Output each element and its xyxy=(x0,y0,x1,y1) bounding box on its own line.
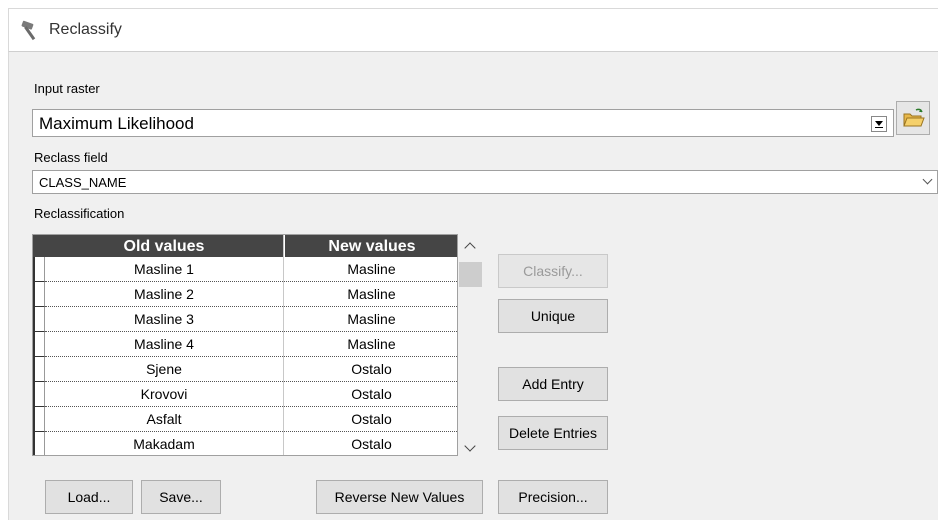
old-value-cell[interactable]: Masline 1 xyxy=(45,257,283,282)
reverse-new-values-button[interactable]: Reverse New Values xyxy=(316,480,483,514)
new-value-cell[interactable]: Ostalo xyxy=(284,432,457,455)
column-header-old-values[interactable]: Old values xyxy=(45,235,283,257)
old-value-cell[interactable]: Masline 4 xyxy=(45,332,283,357)
dropdown-arrow-icon[interactable] xyxy=(871,116,887,132)
table-row[interactable]: Masline 3 Masline xyxy=(33,307,457,332)
table-row[interactable]: Sjene Ostalo xyxy=(33,357,457,382)
row-selector[interactable] xyxy=(33,332,45,357)
classify-button[interactable]: Classify... xyxy=(498,254,608,288)
table-row[interactable]: Masline 2 Masline xyxy=(33,282,457,307)
load-button[interactable]: Load... xyxy=(45,480,133,514)
reclass-field-combo[interactable]: CLASS_NAME xyxy=(32,170,938,194)
chevron-up-icon[interactable] xyxy=(464,242,476,254)
old-value-cell[interactable]: Masline 3 xyxy=(45,307,283,332)
row-selector[interactable] xyxy=(33,282,45,307)
new-value-cell[interactable]: Masline xyxy=(284,282,457,307)
input-raster-combo[interactable]: Maximum Likelihood xyxy=(32,109,894,137)
row-selector[interactable] xyxy=(33,407,45,432)
table-row[interactable]: Asfalt Ostalo xyxy=(33,407,457,432)
reclass-field-value: CLASS_NAME xyxy=(39,175,127,190)
chevron-down-icon xyxy=(922,174,933,185)
row-selector[interactable] xyxy=(33,257,45,282)
new-value-cell[interactable]: Ostalo xyxy=(284,407,457,432)
table-row[interactable]: Masline 1 Masline xyxy=(33,257,457,282)
corner-header xyxy=(33,235,45,257)
save-button[interactable]: Save... xyxy=(141,480,221,514)
unique-button[interactable]: Unique xyxy=(498,299,608,333)
precision-button[interactable]: Precision... xyxy=(498,480,608,514)
input-raster-value: Maximum Likelihood xyxy=(39,114,194,133)
row-selector[interactable] xyxy=(33,382,45,407)
table-row[interactable]: Makadam Ostalo xyxy=(33,432,457,455)
reclass-field-label: Reclass field xyxy=(34,150,108,165)
old-value-cell[interactable]: Sjene xyxy=(45,357,283,382)
column-header-new-values[interactable]: New values xyxy=(284,235,457,257)
hammer-icon xyxy=(21,20,36,41)
old-value-cell[interactable]: Krovovi xyxy=(45,382,283,407)
old-value-cell[interactable]: Asfalt xyxy=(45,407,283,432)
table-scrollbar[interactable] xyxy=(458,234,484,464)
table-row[interactable]: Krovovi Ostalo xyxy=(33,382,457,407)
add-entry-button[interactable]: Add Entry xyxy=(498,367,608,401)
new-value-cell[interactable]: Masline xyxy=(284,307,457,332)
new-value-cell[interactable]: Masline xyxy=(284,257,457,282)
browse-button[interactable] xyxy=(896,101,930,135)
row-selector[interactable] xyxy=(33,307,45,332)
new-value-cell[interactable]: Ostalo xyxy=(284,382,457,407)
open-folder-icon xyxy=(903,108,925,127)
row-selector[interactable] xyxy=(33,432,45,455)
reclass-table: Old values New values Masline 1 Masline M… xyxy=(32,234,458,456)
window-title: Reclassify xyxy=(49,21,122,38)
input-raster-label: Input raster xyxy=(34,81,100,96)
reclassification-label: Reclassification xyxy=(34,206,125,221)
old-value-cell[interactable]: Masline 2 xyxy=(45,282,283,307)
delete-entries-button[interactable]: Delete Entries xyxy=(498,416,608,450)
row-selector[interactable] xyxy=(33,357,45,382)
table-row[interactable]: Masline 4 Masline xyxy=(33,332,457,357)
old-value-cell[interactable]: Makadam xyxy=(45,432,283,455)
new-value-cell[interactable]: Masline xyxy=(284,332,457,357)
title-bar: Reclassify xyxy=(8,8,938,52)
chevron-down-icon[interactable] xyxy=(464,440,476,452)
new-value-cell[interactable]: Ostalo xyxy=(284,357,457,382)
scrollbar-thumb[interactable] xyxy=(459,262,482,287)
